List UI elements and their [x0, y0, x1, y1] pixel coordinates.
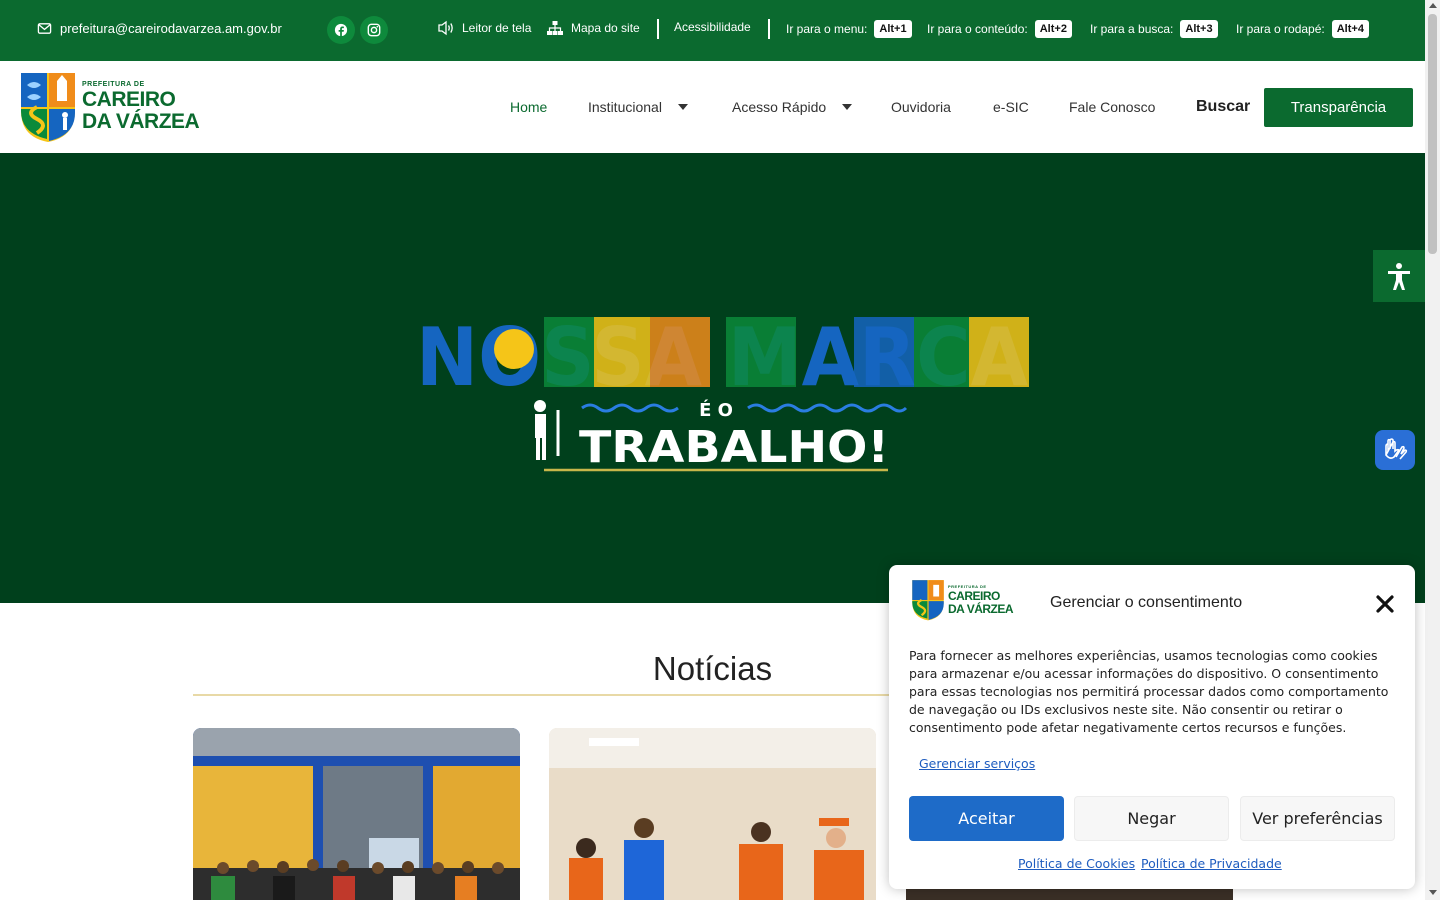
- scrollbar-thumb[interactable]: [1428, 14, 1437, 254]
- sitemap-link[interactable]: Mapa do site: [546, 20, 640, 36]
- sitemap-label: Mapa do site: [571, 21, 640, 35]
- shortcut-content[interactable]: Ir para o conteúdo: Alt+2: [927, 20, 1072, 38]
- transparency-button[interactable]: Transparência: [1264, 88, 1413, 127]
- consent-logo: PREFEITURA DE CAREIRO DA VÁRZEA: [911, 579, 1014, 621]
- search-button[interactable]: Buscar: [1196, 98, 1250, 116]
- envelope-icon: [37, 23, 52, 34]
- deny-button[interactable]: Negar: [1074, 796, 1229, 841]
- email-contact[interactable]: prefeitura@careirodavarzea.am.gov.br: [37, 21, 282, 36]
- hero-subtitle-small: É O: [699, 399, 733, 421]
- hero-subtitle-big: TRABALHO!: [579, 422, 889, 473]
- facebook-icon: [334, 23, 348, 37]
- logo-line2: CAREIRO: [948, 589, 1000, 603]
- crest-icon: [21, 73, 75, 142]
- caret-down-icon: [842, 104, 853, 110]
- cookie-consent-dialog: PREFEITURA DE CAREIRO DA VÁRZEA Gerencia…: [889, 565, 1415, 889]
- scroll-up-arrow-icon[interactable]: [1429, 3, 1437, 8]
- instagram-icon: [367, 23, 381, 37]
- nav-label: Acesso Rápido: [732, 99, 827, 115]
- nav-label: Institucional: [588, 99, 662, 115]
- nav-acesso-rapido[interactable]: Acesso Rápido: [732, 99, 853, 115]
- shortcut-label: Ir para o menu:: [786, 22, 868, 36]
- shortcut-menu[interactable]: Ir para o menu: Alt+1: [786, 20, 912, 38]
- page-scrollbar[interactable]: [1425, 0, 1440, 900]
- shortcut-key: Alt+2: [1034, 20, 1072, 38]
- nav-institucional[interactable]: Institucional: [588, 99, 688, 115]
- email-text: prefeitura@careirodavarzea.am.gov.br: [60, 21, 282, 36]
- shortcut-label: Ir para o rodapé:: [1236, 22, 1325, 36]
- instagram-button[interactable]: [360, 16, 388, 44]
- nav-fale-conosco[interactable]: Fale Conosco: [1069, 99, 1155, 115]
- shortcut-label: Ir para a busca:: [1090, 22, 1174, 36]
- logo-text: PREFEITURA DE CAREIRO DA VÁRZEA: [948, 585, 1014, 616]
- caret-down-icon: [677, 104, 688, 110]
- sign-language-button[interactable]: [1375, 430, 1415, 470]
- logo-line1: PREFEITURA DE: [82, 81, 145, 88]
- top-bar: prefeitura@careirodavarzea.am.gov.br Lei…: [0, 0, 1425, 61]
- nav-label: Ouvidoria: [891, 99, 951, 115]
- accessibility-link[interactable]: Acessibilidade: [674, 20, 751, 34]
- site-header: PREFEITURA DE CAREIRO DA VÁRZEA Home Ins…: [0, 61, 1425, 153]
- shortcut-label: Ir para o conteúdo:: [927, 22, 1028, 36]
- divider: [768, 19, 770, 39]
- news-card-image: [549, 728, 876, 900]
- accessibility-widget-button[interactable]: [1373, 250, 1425, 302]
- news-card-image: [193, 728, 520, 900]
- screen-reader-label: Leitor de tela: [462, 21, 532, 35]
- hero-subtitle-graphic: É O TRABALHO!: [534, 399, 908, 473]
- sign-language-hands-icon: [1385, 438, 1408, 460]
- shortcut-key: Alt+3: [1180, 20, 1218, 38]
- logo-line3: DA VÁRZEA: [948, 602, 1014, 616]
- logo-text: PREFEITURA DE CAREIRO DA VÁRZEA: [82, 81, 200, 133]
- sitemap-icon: [547, 21, 563, 35]
- nav-label: e-SIC: [993, 99, 1029, 115]
- hero-title-graphic: NOSSA MARCA: [416, 313, 1029, 389]
- screen-reader-link[interactable]: Leitor de tela: [437, 20, 531, 36]
- facebook-button[interactable]: [327, 16, 355, 44]
- nav-ouvidoria[interactable]: Ouvidoria: [891, 99, 951, 115]
- accessibility-label: Acessibilidade: [674, 20, 751, 34]
- shortcut-footer[interactable]: Ir para o rodapé: Alt+4: [1236, 20, 1369, 38]
- cookie-policy-link[interactable]: Política de Cookies: [1018, 856, 1135, 871]
- consent-title: Gerenciar o consentimento: [1050, 594, 1243, 611]
- view-preferences-button[interactable]: Ver preferências: [1240, 796, 1395, 841]
- nav-label: Home: [510, 99, 548, 115]
- accessibility-person-icon: [1388, 263, 1410, 290]
- divider: [657, 19, 659, 39]
- close-icon[interactable]: [1375, 594, 1395, 614]
- news-card[interactable]: [549, 728, 876, 900]
- accept-button[interactable]: Aceitar: [909, 796, 1064, 841]
- nav-label: Fale Conosco: [1069, 99, 1156, 115]
- scroll-down-arrow-icon[interactable]: [1429, 890, 1437, 895]
- privacy-policy-link[interactable]: Política de Privacidade: [1141, 856, 1282, 871]
- site-logo[interactable]: PREFEITURA DE CAREIRO DA VÁRZEA: [19, 71, 200, 143]
- logo-line3: DA VÁRZEA: [82, 110, 200, 133]
- news-card[interactable]: [193, 728, 520, 900]
- hero-banner: NOSSA MARCA É O TRABALHO!: [0, 153, 1425, 603]
- crest-icon: [912, 580, 944, 621]
- shortcut-key: Alt+4: [1331, 20, 1369, 38]
- manage-services-link[interactable]: Gerenciar serviços: [919, 756, 1035, 771]
- consent-description: Para fornecer as melhores experiências, …: [909, 648, 1389, 735]
- shortcut-search[interactable]: Ir para a busca: Alt+3: [1090, 20, 1218, 38]
- shortcut-key: Alt+1: [874, 20, 912, 38]
- logo-line2: CAREIRO: [82, 88, 176, 111]
- nav-esic[interactable]: e-SIC: [993, 99, 1029, 115]
- nav-home[interactable]: Home: [510, 99, 547, 115]
- speaker-icon: [438, 20, 453, 36]
